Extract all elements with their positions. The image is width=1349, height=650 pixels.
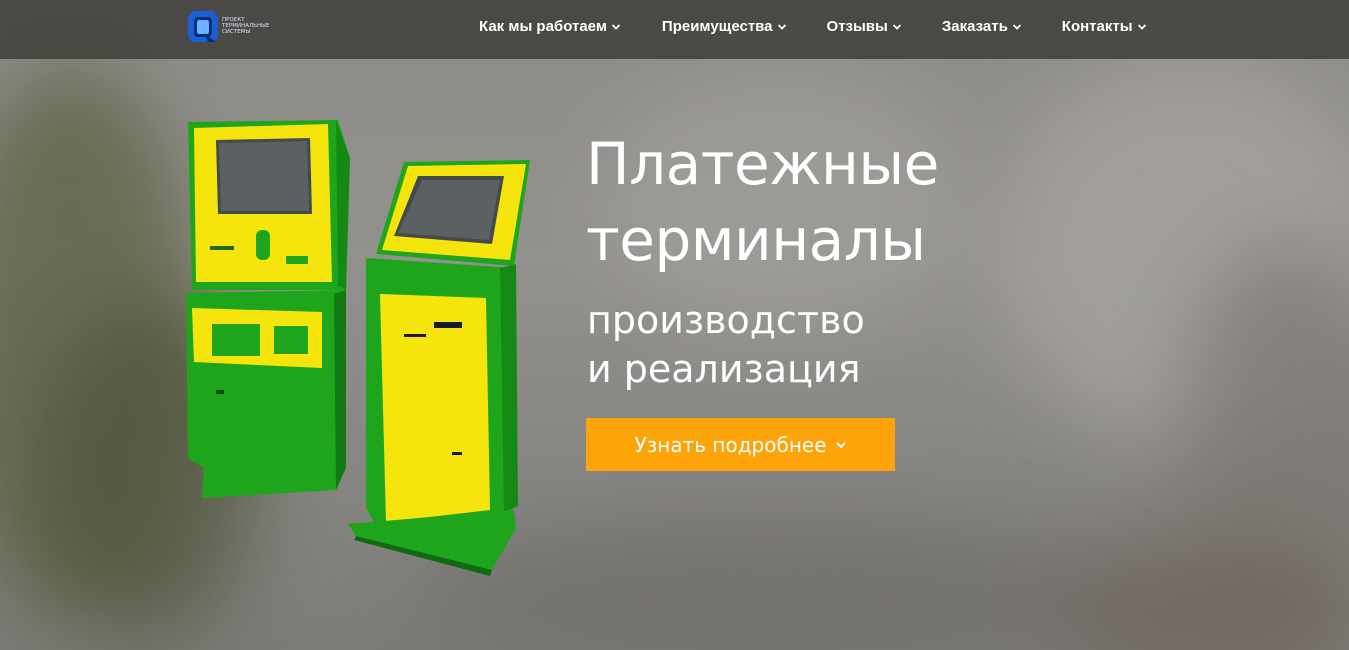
hero-subtitle-line-2: и реализация (587, 347, 861, 391)
hero-subtitle-line-1: производство (587, 298, 865, 342)
nav-item-label: Контакты (1061, 18, 1133, 35)
left-kiosk (186, 120, 350, 498)
logo-text: ПРОЕКТ ТЕРМИНАЛЬНЫЕ СИСТЕМЫ (222, 17, 282, 35)
right-kiosk (348, 160, 530, 576)
hero-title-line-1: Платежные (586, 130, 939, 198)
chevron-down-icon (835, 441, 846, 448)
top-navbar: ПРОЕКТ ТЕРМИНАЛЬНЫЕ СИСТЕМЫ Как мы работ… (0, 0, 1349, 59)
nav-item-order[interactable]: Заказать (942, 18, 1022, 35)
nav-item-label: Как мы работаем (479, 18, 607, 35)
chevron-down-icon (1137, 23, 1146, 30)
chevron-down-icon (892, 23, 901, 30)
nav-item-label: Преимущества (661, 18, 773, 35)
hero-title: Платежные терминалы (586, 126, 939, 278)
nav-item-reviews[interactable]: Отзывы (827, 18, 902, 35)
learn-more-label: Узнать подробнее (634, 432, 827, 457)
chevron-down-icon (1012, 23, 1021, 30)
nav-item-contacts[interactable]: Контакты (1062, 18, 1147, 35)
nav-item-label: Заказать (941, 18, 1008, 35)
learn-more-button[interactable]: Узнать подробнее (586, 418, 895, 471)
nav-item-label: Отзывы (826, 18, 888, 35)
chevron-down-icon (777, 23, 786, 30)
chevron-down-icon (611, 23, 621, 30)
hero-title-line-2: терминалы (586, 206, 926, 274)
logo-line-3: СИСТЕМЫ (222, 29, 251, 35)
hero-subtitle: производство и реализация (587, 296, 865, 394)
nav-item-how-we-work[interactable]: Как мы работаем (479, 18, 621, 35)
logo-mark-icon (188, 11, 218, 42)
logo[interactable]: ПРОЕКТ ТЕРМИНАЛЬНЫЕ СИСТЕМЫ (186, 9, 282, 43)
nav-item-advantages[interactable]: Преимущества (662, 18, 787, 35)
main-nav: Как мы работаем Преимущества Отзывы Зака… (479, 18, 1147, 35)
payment-terminals-image (186, 120, 530, 576)
